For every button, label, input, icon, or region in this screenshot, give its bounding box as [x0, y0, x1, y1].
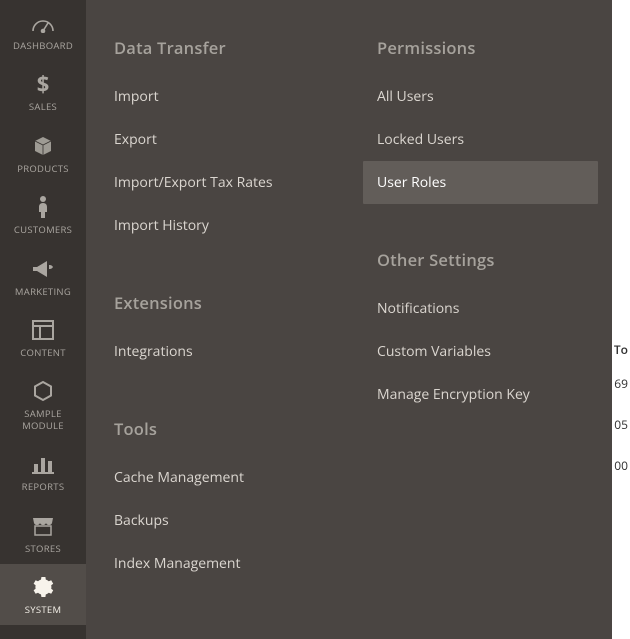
menu-item-manage-encryption-key[interactable]: Manage Encryption Key	[363, 373, 598, 416]
sidebar-item-system[interactable]: SYSTEM	[0, 564, 86, 625]
menu-item-import-history[interactable]: Import History	[100, 204, 335, 247]
menu-item-user-roles[interactable]: User Roles	[363, 161, 598, 204]
menu-item-notifications[interactable]: Notifications	[363, 287, 598, 330]
bars-icon	[32, 451, 54, 477]
cube-icon	[32, 133, 54, 159]
menu-item-index-management[interactable]: Index Management	[100, 542, 335, 585]
sidebar-item-label: MARKETING	[15, 286, 71, 297]
sidebar-item-label: STORES	[25, 543, 61, 554]
menu-item-import[interactable]: Import	[100, 75, 335, 118]
sidebar-item-label: DASHBOARD	[13, 40, 73, 51]
storefront-icon	[31, 513, 55, 539]
flyout-column-right: Permissions All Users Locked Users User …	[349, 28, 612, 639]
peek-text: 69	[614, 375, 628, 392]
background-page-peek: To 69 05 00	[612, 0, 630, 639]
menu-item-all-users[interactable]: All Users	[363, 75, 598, 118]
sidebar-item-sample-module[interactable]: SAMPLE MODULE	[0, 368, 86, 441]
gear-icon	[32, 574, 54, 600]
peek-text: 00	[614, 457, 628, 474]
sidebar-item-products[interactable]: PRODUCTS	[0, 123, 86, 184]
menu-item-locked-users[interactable]: Locked Users	[363, 118, 598, 161]
flyout-column-left: Data Transfer Import Export Import/Expor…	[86, 28, 349, 639]
layout-icon	[32, 317, 54, 343]
peek-text: To	[614, 341, 628, 358]
menu-item-import-export-tax-rates[interactable]: Import/Export Tax Rates	[100, 161, 335, 204]
sidebar-item-label: SALES	[29, 101, 57, 112]
dollar-icon: $	[34, 71, 52, 97]
menu-item-backups[interactable]: Backups	[100, 499, 335, 542]
sidebar-item-label: SAMPLE MODULE	[2, 408, 84, 431]
menu-item-export[interactable]: Export	[100, 118, 335, 161]
peek-text: 05	[614, 416, 628, 433]
menu-item-custom-variables[interactable]: Custom Variables	[363, 330, 598, 373]
hexagon-icon	[32, 378, 54, 404]
megaphone-icon	[31, 256, 55, 282]
section-title-other-settings: Other Settings	[363, 240, 598, 287]
section-title-extensions: Extensions	[100, 283, 335, 330]
section-title-permissions: Permissions	[363, 28, 598, 75]
sidebar-item-stores[interactable]: STORES	[0, 503, 86, 564]
gauge-icon	[31, 10, 55, 36]
menu-item-integrations[interactable]: Integrations	[100, 330, 335, 373]
sidebar-item-customers[interactable]: CUSTOMERS	[0, 184, 86, 245]
sidebar-item-label: REPORTS	[22, 481, 65, 492]
sidebar-item-content[interactable]: CONTENT	[0, 307, 86, 368]
sidebar-item-label: CUSTOMERS	[14, 224, 72, 235]
person-icon	[36, 194, 50, 220]
sidebar-item-dashboard[interactable]: DASHBOARD	[0, 0, 86, 61]
sidebar-item-sales[interactable]: $ SALES	[0, 61, 86, 122]
sidebar-item-label: SYSTEM	[25, 604, 62, 615]
admin-sidebar: DASHBOARD $ SALES PRODUCTS CUSTOMERS MAR…	[0, 0, 86, 639]
menu-item-cache-management[interactable]: Cache Management	[100, 456, 335, 499]
sidebar-item-reports[interactable]: REPORTS	[0, 441, 86, 502]
system-flyout-menu: Data Transfer Import Export Import/Expor…	[86, 0, 612, 639]
section-title-tools: Tools	[100, 409, 335, 456]
sidebar-item-marketing[interactable]: MARKETING	[0, 246, 86, 307]
sidebar-item-label: PRODUCTS	[17, 163, 69, 174]
sidebar-item-label: CONTENT	[20, 347, 66, 358]
svg-text:$: $	[37, 72, 50, 96]
section-title-data-transfer: Data Transfer	[100, 28, 335, 75]
